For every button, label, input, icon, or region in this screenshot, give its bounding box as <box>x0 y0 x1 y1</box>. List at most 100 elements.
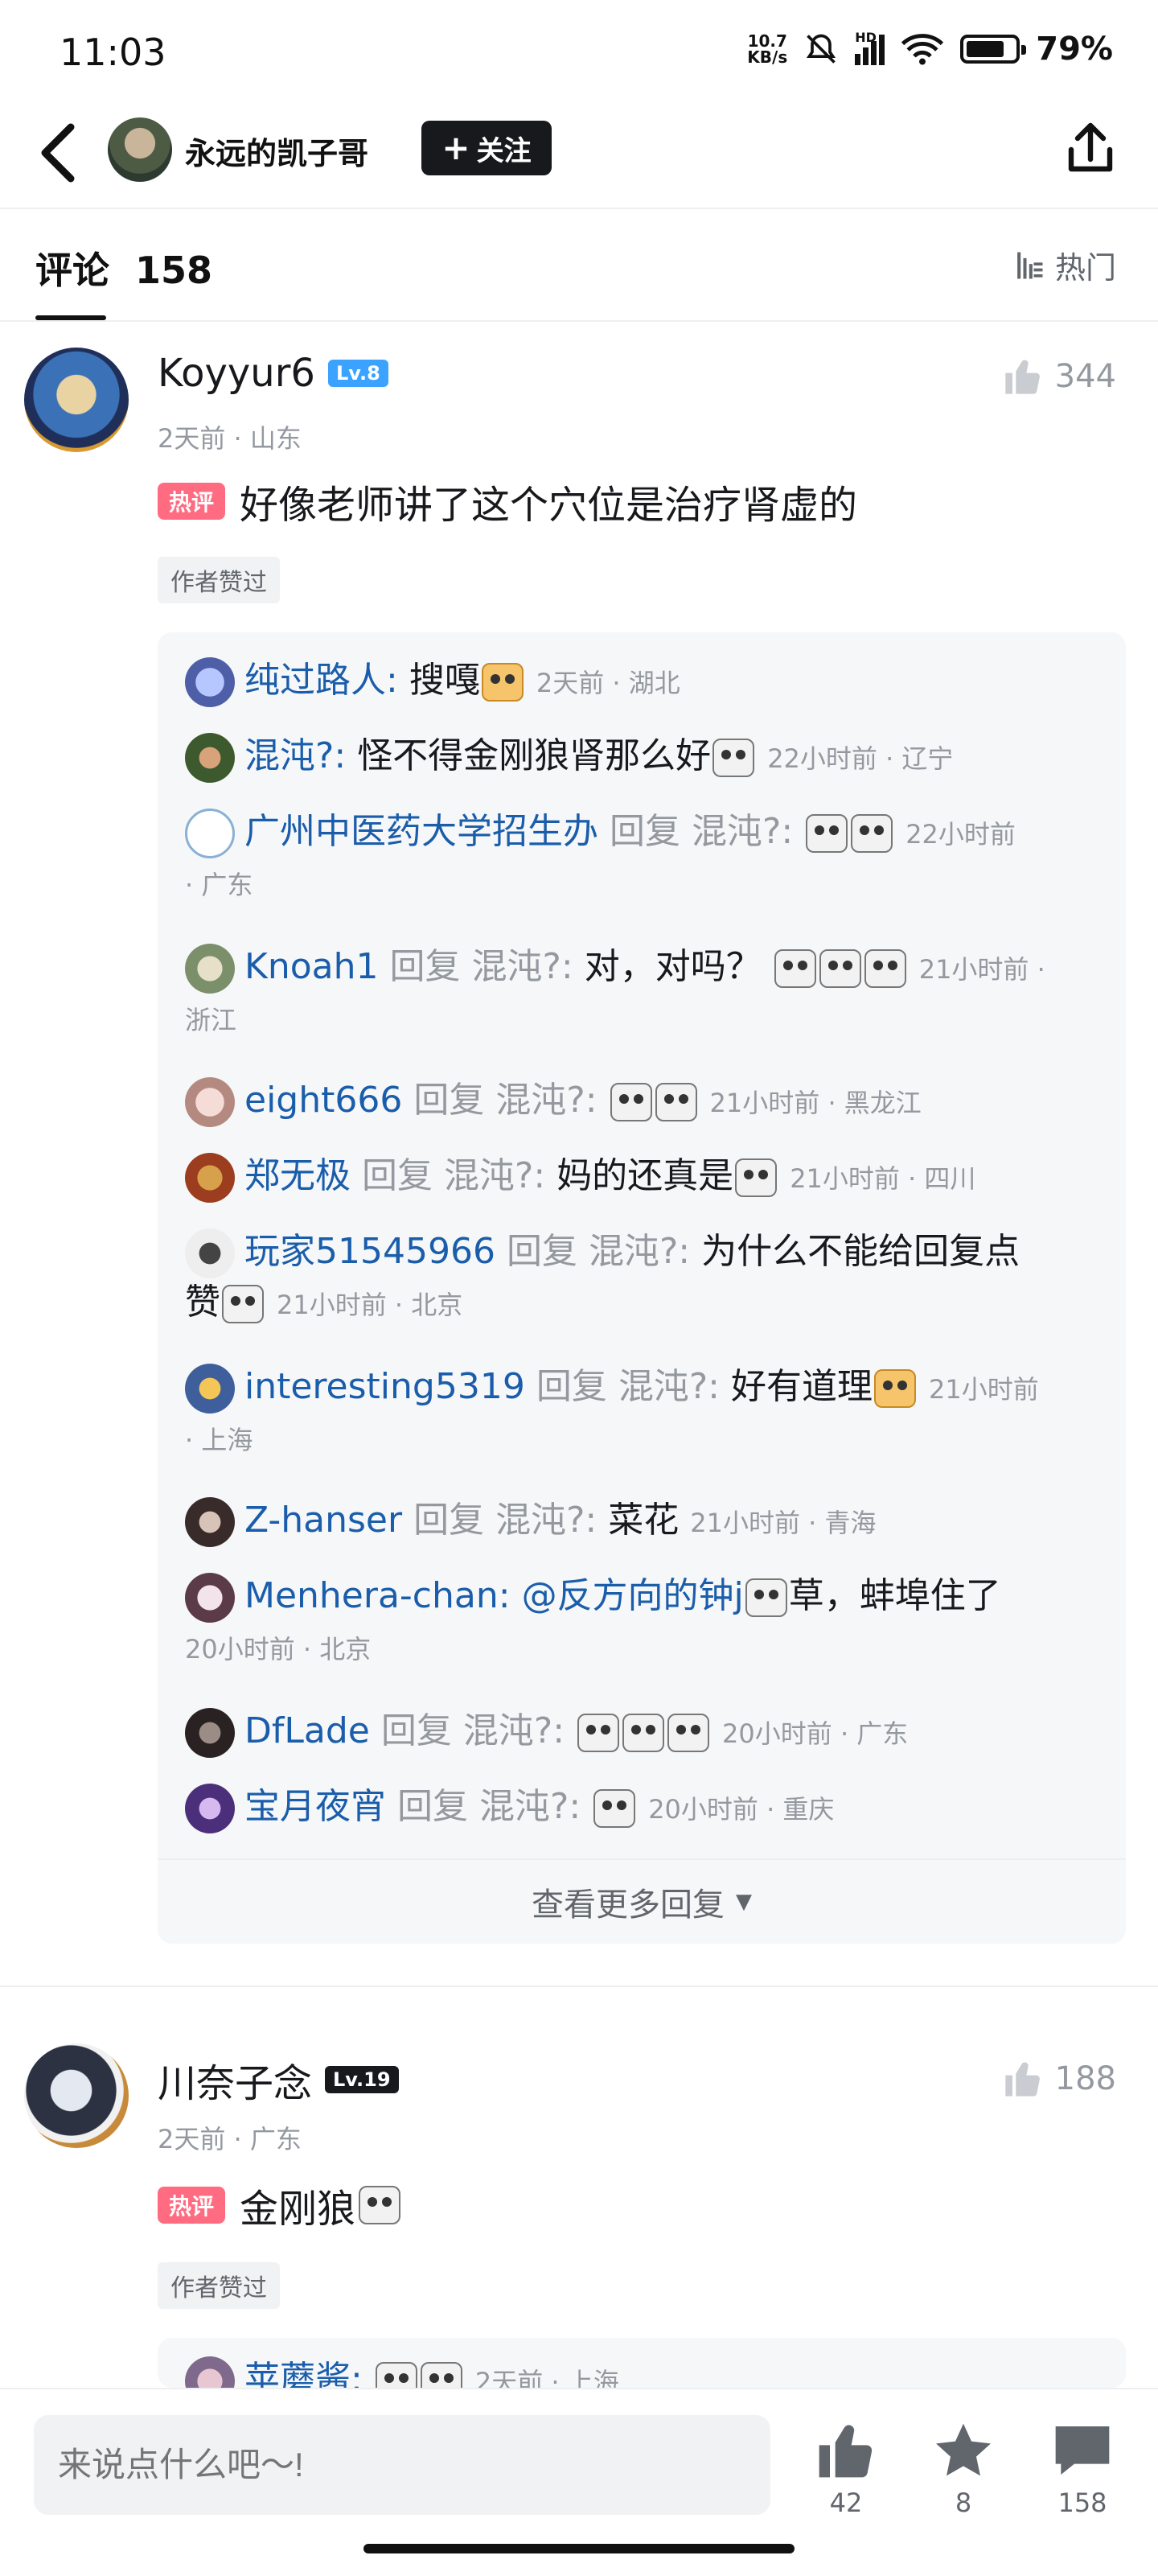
reply-item[interactable]: 纯过路人: 搜嘎 2天前 · 湖北 <box>185 656 1094 707</box>
emoji-icon <box>622 1714 665 1752</box>
tab-comments[interactable]: 评论 158 <box>35 241 212 294</box>
commenter-name[interactable]: 川奈子念 <box>158 2051 312 2108</box>
back-arrow-icon[interactable] <box>35 121 79 185</box>
emoji-icon <box>655 1083 697 1121</box>
reply-item[interactable]: 宝月夜宵 回复 混沌?: 20小时前 · 重庆 <box>185 1783 1094 1833</box>
author-liked-chip: 作者赞过 <box>158 2262 280 2309</box>
cat-emoji-icon <box>874 1369 917 1408</box>
like-post-button[interactable]: 42 <box>798 2418 894 2518</box>
sort-icon <box>1017 252 1043 278</box>
author-name[interactable]: 永远的凯子哥 <box>185 129 368 173</box>
comment-text: 金刚狼 <box>240 2187 356 2232</box>
reply-avatar <box>185 1228 235 1278</box>
mention-link: @反方向的钟j <box>521 1575 744 1616</box>
status-time: 11:03 <box>60 31 166 74</box>
favorite-button[interactable]: 8 <box>915 2418 1012 2518</box>
comment-input[interactable] <box>34 2415 770 2515</box>
divider <box>0 1985 1158 1987</box>
reply-item[interactable]: Menhera-chan: @反方向的钟j 草，蚌埠住了 20小时前 · 北京 <box>185 1572 1094 1673</box>
share-icon[interactable] <box>1062 121 1119 179</box>
comment-meta: 2天前 · 山东 <box>158 423 302 454</box>
plus-icon: + <box>441 128 470 167</box>
home-indicator <box>363 2544 795 2553</box>
emoji-icon <box>359 2186 401 2224</box>
emoji-icon <box>819 949 861 988</box>
divider <box>0 320 1158 322</box>
author-avatar[interactable] <box>108 117 172 182</box>
reply-avatar <box>185 1364 235 1414</box>
follow-button[interactable]: + 关注 <box>421 121 552 175</box>
reply-item[interactable]: Knoah1 回复 混沌?: 对，对吗？ 21小时前 · 浙江 <box>185 943 1094 1044</box>
reply-avatar <box>185 657 235 707</box>
hot-comment-tag: 热评 <box>158 2187 226 2224</box>
commenter-avatar[interactable] <box>24 348 129 452</box>
caret-down-icon: ▼ <box>736 1890 752 1914</box>
emoji-icon <box>375 2362 417 2388</box>
emoji-icon <box>420 2362 462 2388</box>
battery-icon <box>960 35 1027 64</box>
reply-item[interactable]: Z-hanser 回复 混沌?: 菜花 21小时前 · 青海 <box>185 1496 1094 1547</box>
emoji-icon <box>610 1083 652 1121</box>
reply-item[interactable]: 混沌?: 怪不得金刚狼肾那么好 22小时前 · 辽宁 <box>185 732 1094 783</box>
reply-item[interactable]: interesting5319 回复 混沌?: 好有道理 21小时前 · 上海 <box>185 1363 1094 1464</box>
star-icon <box>936 2423 991 2476</box>
reply-item[interactable]: 玩家51545966 回复 混沌?: 为什么不能给回复点赞 21小时前 · 北京 <box>185 1228 1094 1329</box>
top-nav: 永远的凯子哥 + 关注 <box>0 105 1158 209</box>
reply-panel: 纯过路人: 搜嘎 2天前 · 湖北 混沌?: 怪不得金刚狼肾那么好 22小时前 … <box>158 632 1126 1944</box>
reply-avatar <box>185 1573 235 1623</box>
reply-item[interactable]: 苹蘑酱: 2天前 · 上海 <box>185 2356 1094 2388</box>
emoji-icon <box>667 1714 710 1752</box>
status-icons: 10.7 KB/s HD 79% <box>747 30 1113 68</box>
reply-item[interactable]: 郑无极 回复 混沌?: 妈的还真是 21小时前 · 四川 <box>185 1152 1094 1203</box>
reply-avatar <box>185 733 235 783</box>
reply-panel: 苹蘑酱: 2天前 · 上海 <box>158 2338 1126 2388</box>
commenter-avatar[interactable] <box>24 2043 129 2148</box>
battery-percent: 79% <box>1036 31 1113 68</box>
emoji-icon <box>745 1578 787 1617</box>
status-bar: 11:03 10.7 KB/s HD 79% <box>0 0 1158 105</box>
sort-toggle[interactable]: 热门 <box>1012 243 1116 287</box>
reply-item[interactable]: 广州中医药大学招生办 回复 混沌?: 22小时前 · 广东 <box>185 808 1094 909</box>
emoji-icon <box>774 949 816 988</box>
reply-item[interactable]: DfLade 回复 混沌?: 20小时前 · 广东 <box>185 1707 1094 1758</box>
emoji-icon <box>864 949 906 988</box>
reply-avatar <box>185 944 235 994</box>
net-speed: 10.7 KB/s <box>747 31 788 67</box>
reply-avatar <box>185 1497 235 1547</box>
view-more-replies[interactable]: 查看更多回复 ▼ <box>158 1858 1126 1944</box>
level-badge: Lv.19 <box>325 2066 399 2093</box>
author-liked-chip: 作者赞过 <box>158 557 280 603</box>
hot-comment-tag: 热评 <box>158 483 226 520</box>
comment-meta: 2天前 · 广东 <box>158 2124 302 2154</box>
commenter-name[interactable]: Koyyur6 <box>158 351 315 396</box>
reply-item[interactable]: eight666 回复 混沌?: 21小时前 · 黑龙江 <box>185 1076 1094 1127</box>
emoji-icon <box>851 814 893 853</box>
like-button[interactable]: 344 <box>1002 356 1116 397</box>
reply-avatar <box>185 1153 235 1203</box>
emoji-icon <box>577 1714 620 1752</box>
comment-bubble-icon <box>1055 2426 1110 2475</box>
thumbs-up-icon <box>1004 2062 1040 2097</box>
reply-avatar <box>185 2356 235 2388</box>
thumbs-up-icon <box>819 2425 873 2478</box>
signal-icon: HD <box>855 30 885 65</box>
emoji-icon <box>593 1789 636 1828</box>
emoji-icon <box>735 1158 778 1197</box>
divider <box>0 208 1158 209</box>
emoji-icon <box>222 1285 264 1323</box>
comment-text: 好像老师讲了这个穴位是治疗肾虚的 <box>240 483 858 528</box>
reply-avatar <box>185 809 235 858</box>
reply-avatar <box>185 1784 235 1833</box>
thumbs-up-icon <box>1004 360 1040 394</box>
cat-emoji-icon <box>481 663 524 702</box>
comments-button[interactable]: 158 <box>1034 2418 1131 2518</box>
level-badge: Lv.8 <box>327 360 388 387</box>
emoji-icon <box>712 739 755 777</box>
like-button[interactable]: 188 <box>1002 2058 1116 2100</box>
wifi-icon <box>901 34 944 65</box>
mute-bell-icon <box>807 34 836 64</box>
reply-avatar <box>185 1708 235 1758</box>
comments-count: 158 <box>135 249 213 292</box>
reply-avatar <box>185 1077 235 1127</box>
emoji-icon <box>806 814 848 853</box>
